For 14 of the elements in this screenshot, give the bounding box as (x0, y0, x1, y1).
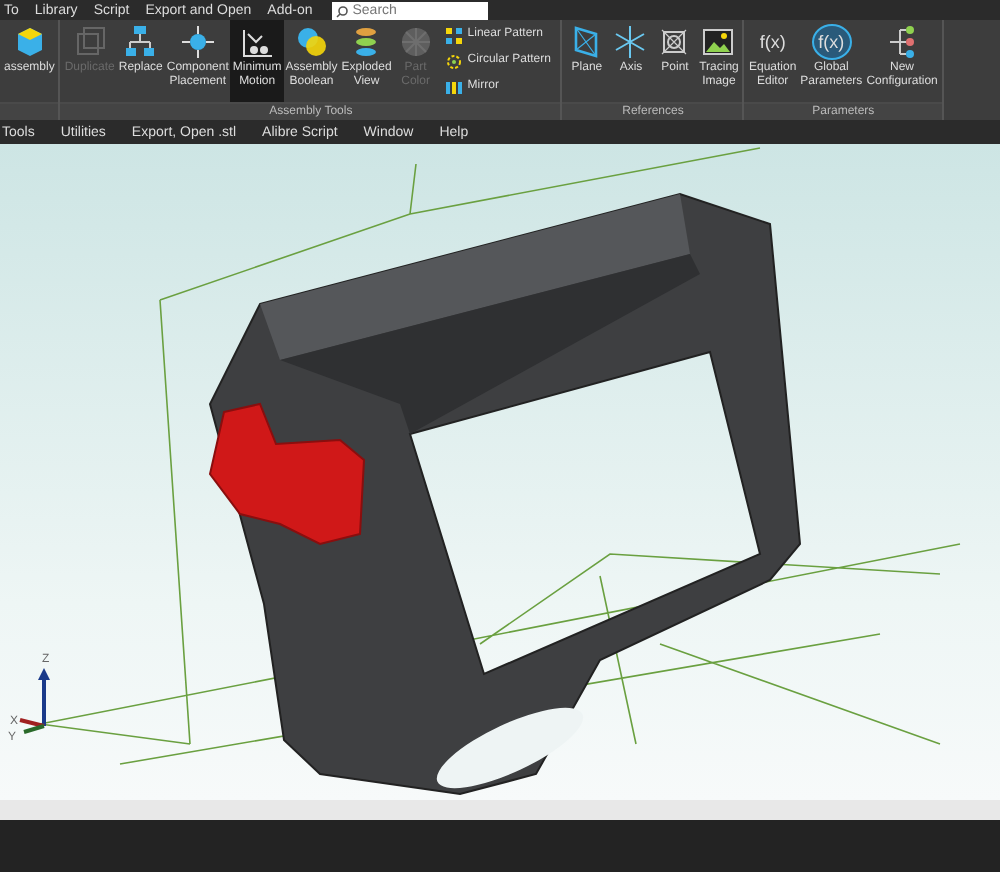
grid-dots-icon (445, 27, 462, 43)
overlapping-circles-icon (293, 24, 330, 60)
asterisk-icon (612, 24, 649, 60)
formula-icon: f(x) (811, 24, 852, 60)
wheel-icon (397, 24, 434, 60)
ring-dots-icon (445, 53, 462, 69)
stacked-squares-icon (71, 24, 108, 60)
bars-icon (445, 79, 462, 95)
formula-icon: f(x) (759, 24, 786, 60)
crosshair-icon (179, 24, 216, 60)
picture-icon (700, 24, 737, 60)
axis-triad-icon (19, 668, 50, 734)
motion-graph-icon (239, 24, 276, 60)
flowchart-icon (122, 24, 159, 60)
